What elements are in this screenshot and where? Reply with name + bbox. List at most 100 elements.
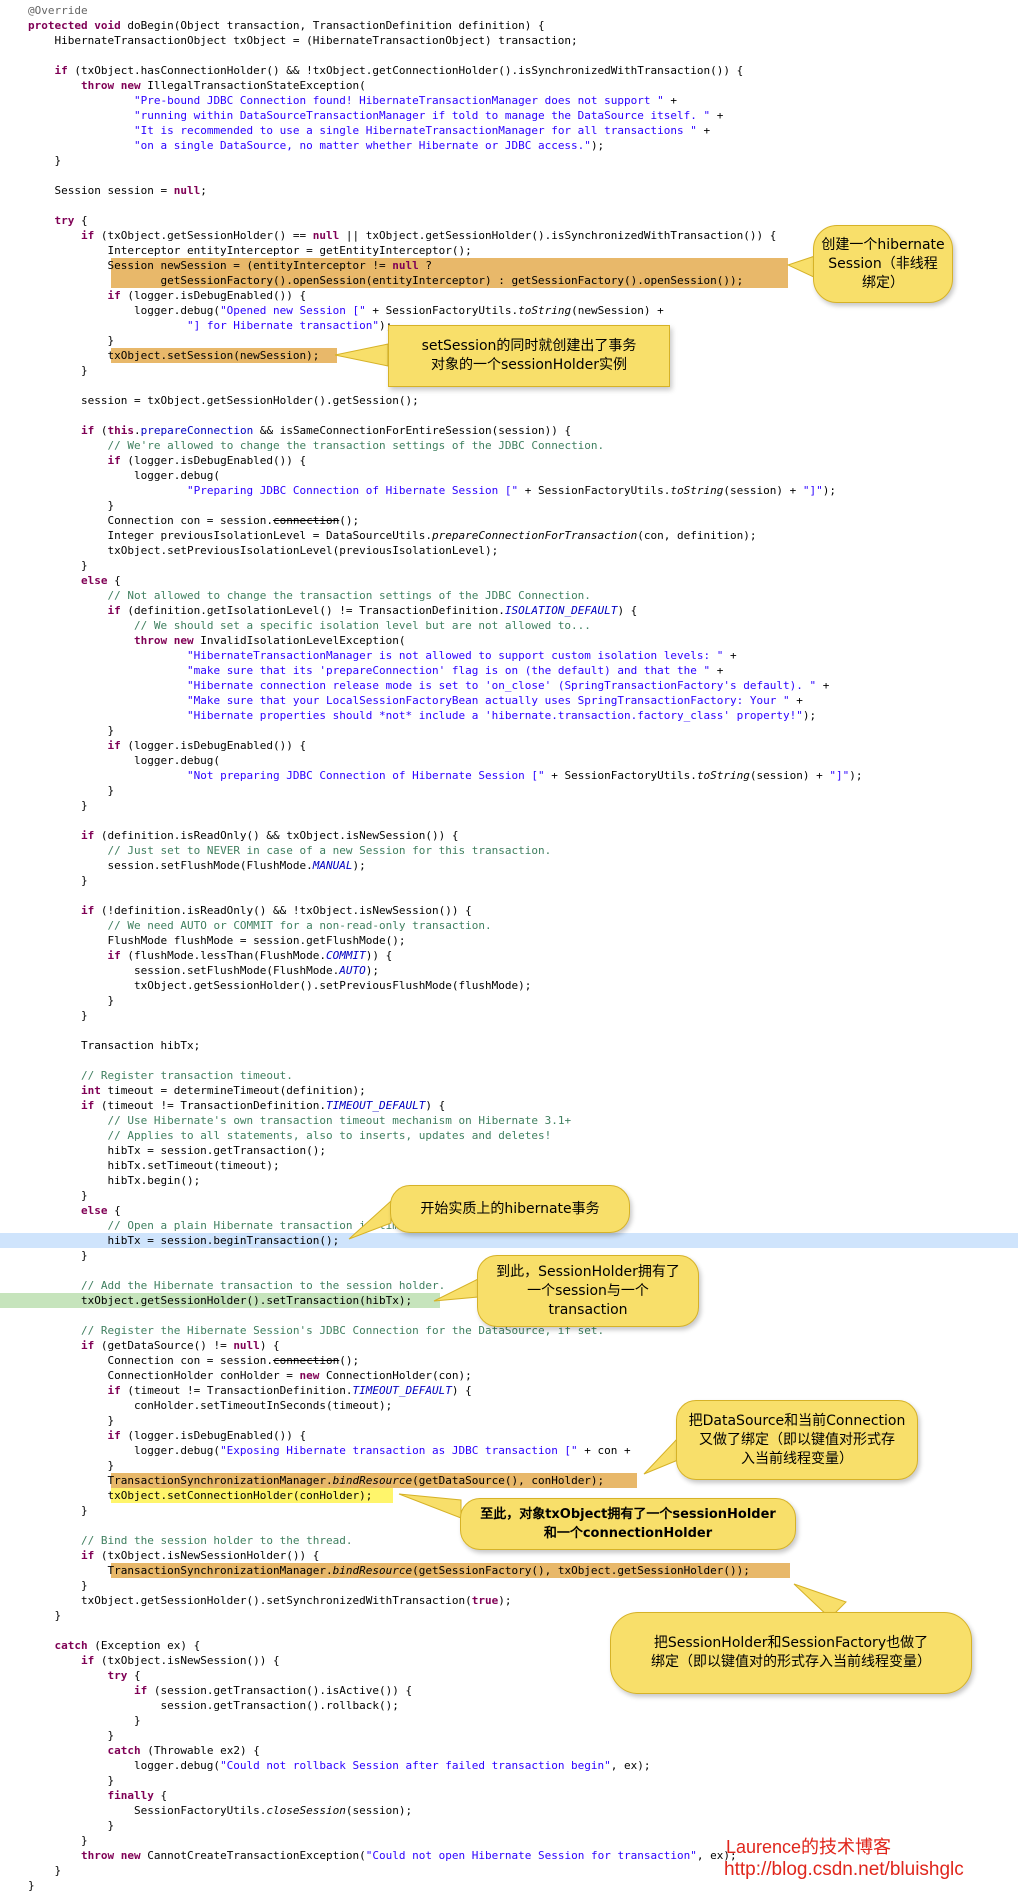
code-token: )) {	[365, 949, 393, 962]
code-text: }	[28, 1608, 61, 1623]
code-token: );	[365, 964, 380, 977]
code-token: && isSameConnectionForEntireSession(sess…	[253, 424, 572, 437]
code-token: }	[28, 1249, 88, 1262]
code-token: }	[28, 1579, 88, 1592]
code-token: "Could not rollback Session after failed…	[220, 1759, 611, 1772]
code-token: if	[80, 904, 95, 917]
code-token: (newSession) +	[571, 304, 664, 317]
code-text: if (session.getTransaction().isActive())…	[28, 1683, 412, 1698]
code-token: if	[107, 1384, 121, 1397]
watermark-url[interactable]: http://blog.csdn.net/bluishglc	[724, 1858, 964, 1882]
code-text: // We need AUTO or COMMIT for a non-read…	[28, 918, 491, 933]
code-token: hibTx = session.getTransaction();	[28, 1144, 327, 1157]
code-token: if	[80, 1339, 95, 1352]
code-line: }	[0, 498, 1018, 513]
annotation-set-session: setSession的同时就创建出了事务 对象的一个sessionHolder实…	[388, 325, 670, 387]
code-token: }	[28, 1834, 88, 1847]
code-token: (Exception ex) {	[87, 1639, 201, 1652]
code-token: +	[789, 694, 803, 707]
code-token: if	[80, 1549, 95, 1562]
code-token: "Hibernate properties should *not* inclu…	[186, 709, 803, 722]
code-line: if (timeout != TransactionDefinition.TIM…	[0, 1383, 1018, 1398]
code-token: }	[28, 1189, 88, 1202]
code-line: }	[0, 993, 1018, 1008]
code-token: {	[127, 1669, 141, 1682]
code-text: catch (Exception ex) {	[28, 1638, 201, 1653]
code-token: ) {	[425, 1099, 446, 1112]
code-line: // Use Hibernate's own transaction timeo…	[0, 1113, 1018, 1128]
code-line: }	[0, 558, 1018, 573]
code-line: "Pre-bound JDBC Connection found! Hibern…	[0, 93, 1018, 108]
code-text: txObject.getSessionHolder().setTransacti…	[28, 1293, 412, 1308]
code-line: if (txObject.isNewSessionHolder()) {	[0, 1548, 1018, 1563]
code-line: "HibernateTransactionManager is not allo…	[0, 648, 1018, 663]
code-token: }	[28, 1774, 115, 1787]
code-line: session = txObject.getSessionHolder().ge…	[0, 393, 1018, 408]
code-token: null	[392, 259, 419, 272]
code-text: protected void doBegin(Object transactio…	[28, 18, 545, 33]
code-text: }	[28, 1413, 114, 1428]
code-token: }	[28, 499, 115, 512]
code-token: Connection con = session.	[28, 514, 274, 527]
code-token: TIMEOUT_DEFAULT	[326, 1099, 426, 1112]
code-line: txObject.setPreviousIsolationLevel(previ…	[0, 543, 1018, 558]
code-token: hibTx = session.beginTransaction();	[28, 1234, 340, 1247]
code-line: // We should set a specific isolation le…	[0, 618, 1018, 633]
code-token: "Preparing JDBC Connection of Hibernate …	[186, 484, 519, 497]
code-token: Transaction hibTx;	[28, 1039, 201, 1052]
code-token: "Make sure that your LocalSessionFactory…	[186, 694, 790, 707]
code-token: true	[471, 1594, 499, 1607]
annotation-text: 至此，对象txObject拥有了一个sessionHolder 和一个conne…	[480, 1507, 776, 1541]
code-token: txObject.setPreviousIsolationLevel(previ…	[28, 544, 499, 557]
code-token: (logger.isDebugEnabled()) {	[120, 739, 307, 752]
code-line: logger.debug("Could not rollback Session…	[0, 1758, 1018, 1773]
code-token: ;	[200, 184, 207, 197]
code-text: }	[28, 1248, 88, 1263]
code-token: +	[663, 94, 678, 107]
code-text: if (this.prepareConnection && isSameConn…	[28, 423, 571, 438]
code-text: Session newSession = (entityInterceptor …	[28, 258, 432, 273]
code-token: (getDataSource() !=	[94, 1339, 234, 1352]
code-text: Connection con = session.connection();	[28, 513, 359, 528]
code-line: Transaction hibTx;	[0, 1038, 1018, 1053]
code-line: // Not allowed to change the transaction…	[0, 588, 1018, 603]
code-line: hibTx.setTimeout(timeout);	[0, 1158, 1018, 1173]
code-token: }	[28, 1729, 115, 1742]
code-line: "running within DataSourceTransactionMan…	[0, 108, 1018, 123]
code-text: Integer previousIsolationLevel = DataSou…	[28, 528, 756, 543]
code-token: );	[498, 1594, 512, 1607]
code-token: txObject.getSessionHolder().setPreviousF…	[28, 979, 532, 992]
code-token: COMMIT	[326, 949, 366, 962]
code-token: "Could not open Hibernate Session for tr…	[365, 1849, 697, 1862]
code-line: if (!definition.isReadOnly() && !txObjec…	[0, 903, 1018, 918]
code-text: FlushMode flushMode = session.getFlushMo…	[28, 933, 405, 948]
code-text: "Pre-bound JDBC Connection found! Hibern…	[28, 93, 677, 108]
annotation-text: setSession的同时就创建出了事务 对象的一个sessionHolder实…	[421, 338, 637, 373]
code-line: hibTx = session.getTransaction();	[0, 1143, 1018, 1158]
code-text: try {	[28, 213, 88, 228]
code-line: "Preparing JDBC Connection of Hibernate …	[0, 483, 1018, 498]
code-token: "]"	[829, 769, 850, 782]
code-line: Session session = null;	[0, 183, 1018, 198]
annotation-text: 到此，SessionHolder拥有了 一个session与一个 transac…	[496, 1263, 680, 1318]
code-text: session.getTransaction().rollback();	[28, 1698, 398, 1713]
code-token: bindResource	[332, 1564, 413, 1577]
code-line: logger.debug(	[0, 753, 1018, 768]
annotation-create-session: 创建一个hibernate Session（非线程 绑定）	[813, 225, 953, 303]
code-token: null	[233, 1339, 260, 1352]
code-token: if	[107, 604, 121, 617]
code-text: int timeout = determineTimeout(definitio…	[28, 1083, 366, 1098]
code-text: "running within DataSourceTransactionMan…	[28, 108, 723, 123]
code-line: hibTx = session.beginTransaction();	[0, 1233, 1018, 1248]
